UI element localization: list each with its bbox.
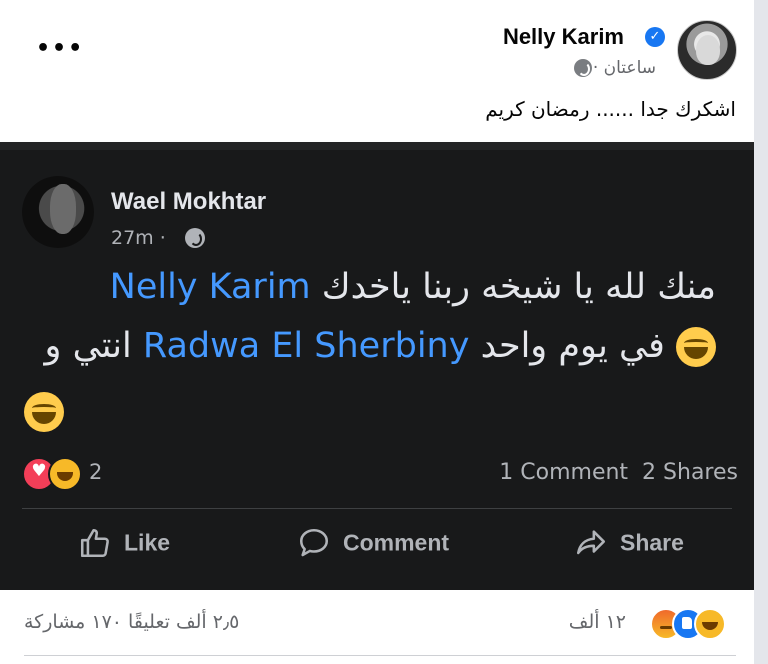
shared-comment-count: 1 Comment <box>499 460 629 485</box>
verified-badge-icon: ✓ <box>645 27 665 47</box>
laughing-tears-emoji-icon <box>24 392 64 432</box>
share-arrow-icon <box>576 530 606 555</box>
shared-reactions: 2 <box>22 457 142 491</box>
haha-reaction-icon <box>694 608 726 640</box>
author-name[interactable]: Nelly Karim <box>503 24 624 50</box>
post-card: ••• Nelly Karim ✓ ساعتان · اشكرك جدا ...… <box>0 0 754 664</box>
shared-like-button: Like <box>78 526 170 566</box>
more-options-icon[interactable]: ••• <box>36 36 84 61</box>
shared-text-line-2: في يوم واحد Radwa El Sherbiny انتي و <box>45 326 716 367</box>
mention-nelly-karim: Nelly Karim <box>109 267 311 307</box>
comment-bubble-icon <box>299 528 329 557</box>
post-caption: اشكرك جدا ...... رمضان كريم <box>485 97 736 121</box>
shared-text-line-1: منك لله يا شيخه ربنا ياخدك Nelly Karim <box>110 267 716 307</box>
shared-post-image[interactable]: Wael Mokhtar 27m · منك لله يا شيخه ربنا … <box>0 142 754 590</box>
footer-divider <box>24 655 736 656</box>
shared-author-avatar <box>22 176 94 248</box>
shared-share-button: Share <box>574 526 684 566</box>
haha-reaction-icon <box>48 457 82 491</box>
shared-reaction-count: 2 <box>89 460 103 484</box>
shared-text-1: منك لله يا شيخه ربنا ياخدك <box>310 267 716 307</box>
shared-share-count: 2 Shares <box>642 460 738 485</box>
shared-text-2a: في يوم واحد <box>469 326 665 366</box>
shared-text-2b: انتي و <box>44 326 143 366</box>
shared-globe-icon <box>185 228 205 248</box>
post-engagement-stats[interactable]: ٢٫٥ ألف تعليقًا ١٧٠ مشاركة <box>24 611 239 633</box>
shared-author-name: Wael Mokhtar <box>111 188 267 215</box>
shared-comment-button: Comment <box>297 526 449 566</box>
shared-divider <box>22 508 732 509</box>
globe-icon <box>574 59 592 77</box>
shared-post-timestamp: 27m · <box>111 227 166 249</box>
post-reaction-count[interactable]: ١٢ ألف <box>569 611 626 633</box>
mention-radwa-el-sherbiny: Radwa El Sherbiny <box>142 326 470 366</box>
thumbs-up-icon <box>80 528 109 558</box>
post-timestamp[interactable]: ساعتان · <box>593 58 656 78</box>
post-reactions[interactable] <box>650 608 740 640</box>
shared-engagement-stats: 1 Comment 2 Shares <box>499 460 738 485</box>
laughing-tears-emoji-icon <box>676 327 716 367</box>
shared-post-top-bar <box>0 142 754 150</box>
page-background-strip <box>754 0 768 664</box>
author-avatar[interactable] <box>677 20 737 80</box>
